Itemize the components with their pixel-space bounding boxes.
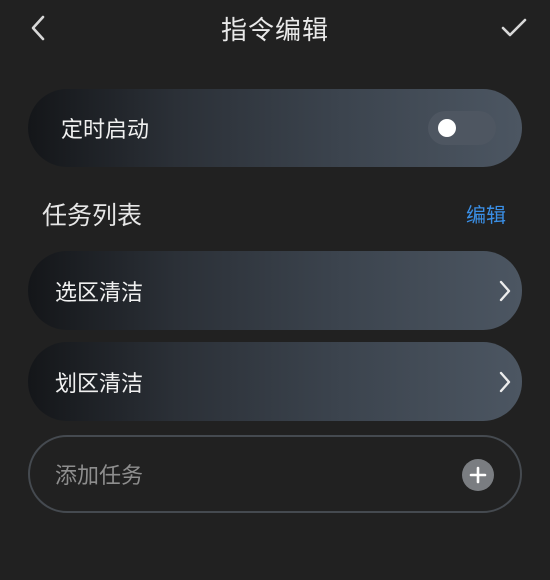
timer-toggle[interactable] bbox=[428, 111, 496, 145]
confirm-button[interactable] bbox=[496, 12, 532, 44]
plus-icon bbox=[462, 459, 494, 491]
task-item-draw-area-clean[interactable]: 划区清洁 bbox=[28, 342, 522, 421]
page-title: 指令编辑 bbox=[220, 16, 329, 46]
timer-label: 定时启动 bbox=[61, 118, 150, 143]
chevron-right-icon bbox=[497, 369, 513, 395]
chevron-right-icon bbox=[497, 278, 513, 304]
toggle-knob bbox=[438, 119, 456, 137]
add-task-button[interactable]: 添加任务 bbox=[28, 435, 522, 513]
edit-tasks-link[interactable]: 编辑 bbox=[466, 199, 506, 228]
check-icon bbox=[501, 18, 527, 37]
task-label: 选区清洁 bbox=[55, 280, 144, 306]
task-item-select-area-clean[interactable]: 选区清洁 bbox=[28, 251, 522, 330]
task-label: 划区清洁 bbox=[55, 371, 144, 397]
task-list-title: 任务列表 bbox=[42, 201, 143, 230]
add-task-label: 添加任务 bbox=[55, 464, 144, 489]
top-bar: 指令编辑 bbox=[0, 0, 550, 56]
